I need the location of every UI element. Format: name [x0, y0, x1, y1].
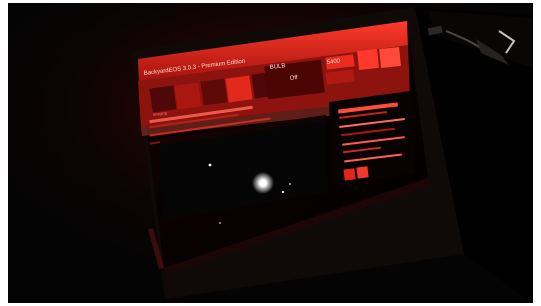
off-label: Off [290, 75, 299, 82]
right-border [533, 0, 541, 306]
left-border [0, 0, 8, 306]
photo-frame: BackyardEOS 3.0.3 - Premium Edition BULB… [0, 0, 541, 306]
dark-room-photo: BackyardEOS 3.0.3 - Premium Edition BULB… [8, 3, 533, 303]
